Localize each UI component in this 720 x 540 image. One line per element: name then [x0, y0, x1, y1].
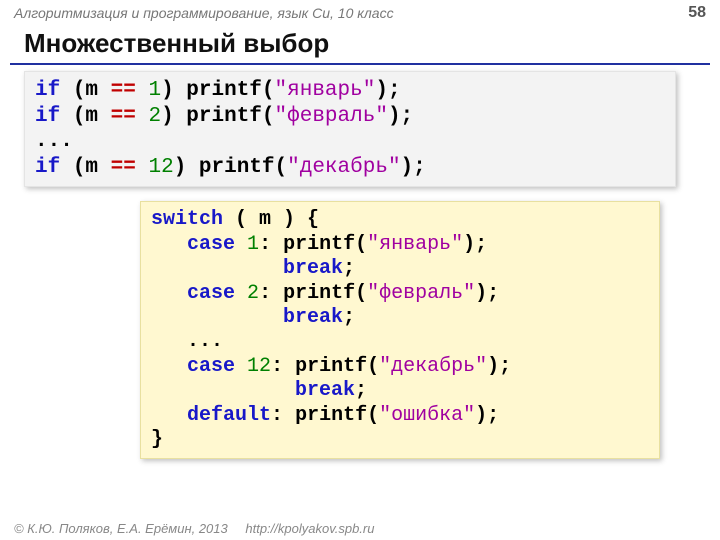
kw-switch: switch [151, 208, 223, 231]
header-bar: Алгоритмизация и программирование, язык … [0, 0, 720, 24]
code-block-switch: switch ( m ) { case 1: printf("январь");… [140, 201, 660, 459]
code-block-if: if (m == 1) printf("январь"); if (m == 2… [24, 71, 676, 187]
copyright: © К.Ю. Поляков, Е.А. Ерёмин, 2013 [14, 521, 228, 536]
page-number: 58 [688, 4, 706, 22]
kw-if: if [35, 79, 60, 102]
ellipsis: ... [151, 330, 223, 353]
course-label: Алгоритмизация и программирование, язык … [14, 5, 394, 21]
footer-url: http://kpolyakov.spb.ru [245, 521, 374, 536]
footer: © К.Ю. Поляков, Е.А. Ерёмин, 2013 http:/… [14, 521, 374, 536]
ellipsis: ... [35, 130, 73, 153]
title-rule [10, 63, 710, 65]
page-title: Множественный выбор [0, 24, 720, 63]
